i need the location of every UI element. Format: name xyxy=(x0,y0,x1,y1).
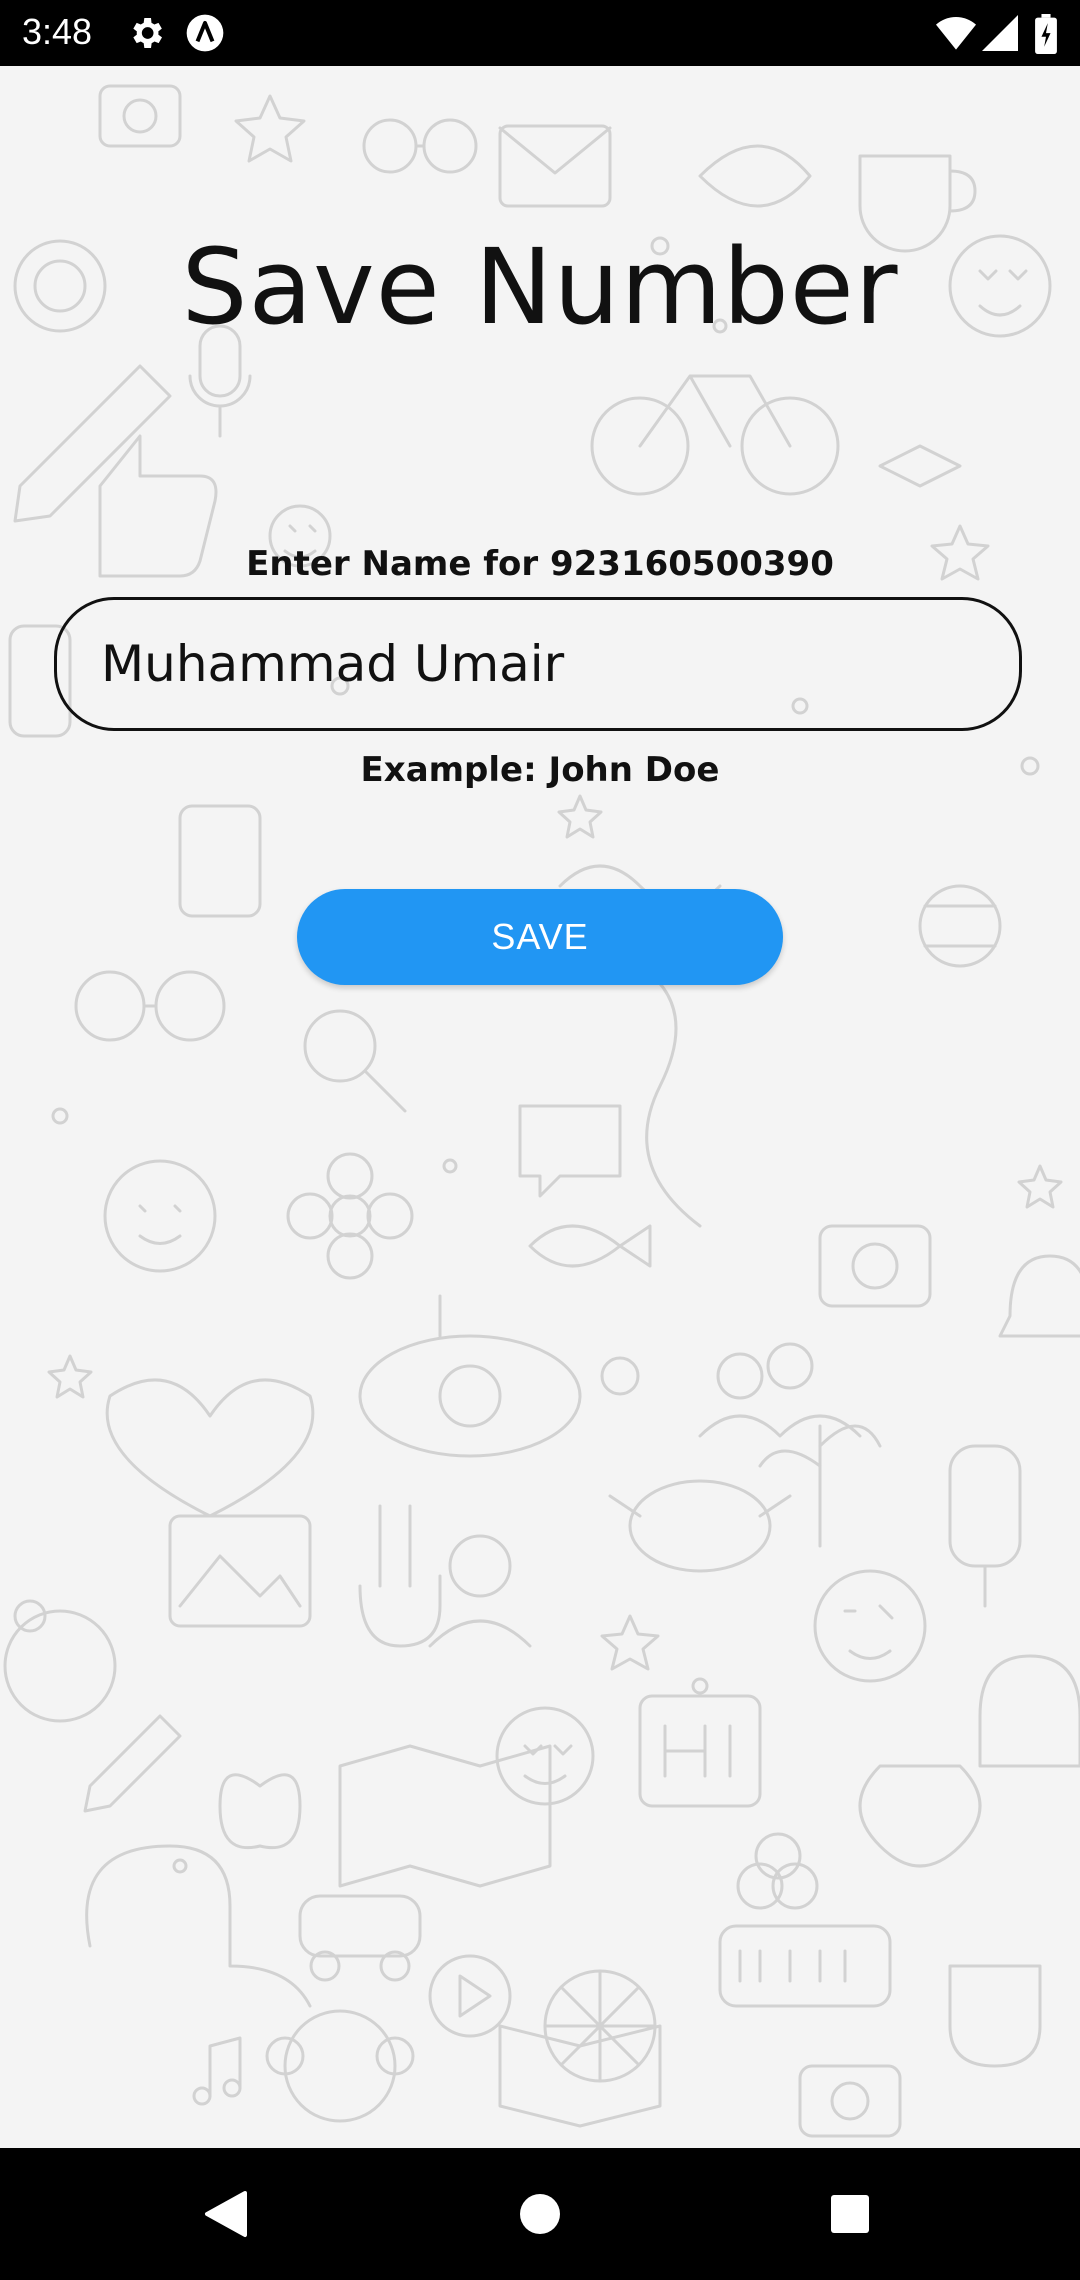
name-field-hint: Example: John Doe xyxy=(360,750,720,790)
back-icon xyxy=(205,2191,247,2237)
nav-home-button[interactable] xyxy=(470,2148,610,2280)
accessibility-a-icon xyxy=(186,14,224,52)
main-content: Save Number Enter Name for 923160500390 … xyxy=(0,66,1080,2148)
status-bar: 3:48 xyxy=(0,0,1080,66)
name-input[interactable] xyxy=(54,597,1022,731)
nav-back-button[interactable] xyxy=(156,2148,296,2280)
save-button[interactable]: SAVE xyxy=(297,889,783,985)
recents-icon xyxy=(831,2195,869,2233)
cell-signal-icon xyxy=(982,15,1018,51)
status-time: 3:48 xyxy=(22,11,93,52)
navigation-bar xyxy=(0,2148,1080,2280)
nav-recents-button[interactable] xyxy=(780,2148,920,2280)
battery-icon xyxy=(1035,14,1057,54)
wifi-icon xyxy=(936,17,976,50)
gear-icon xyxy=(133,18,162,48)
page-title: Save Number xyxy=(181,226,899,348)
home-icon xyxy=(520,2194,560,2234)
name-field-label: Enter Name for 923160500390 xyxy=(246,544,834,584)
doodle-background xyxy=(3,84,1080,2138)
